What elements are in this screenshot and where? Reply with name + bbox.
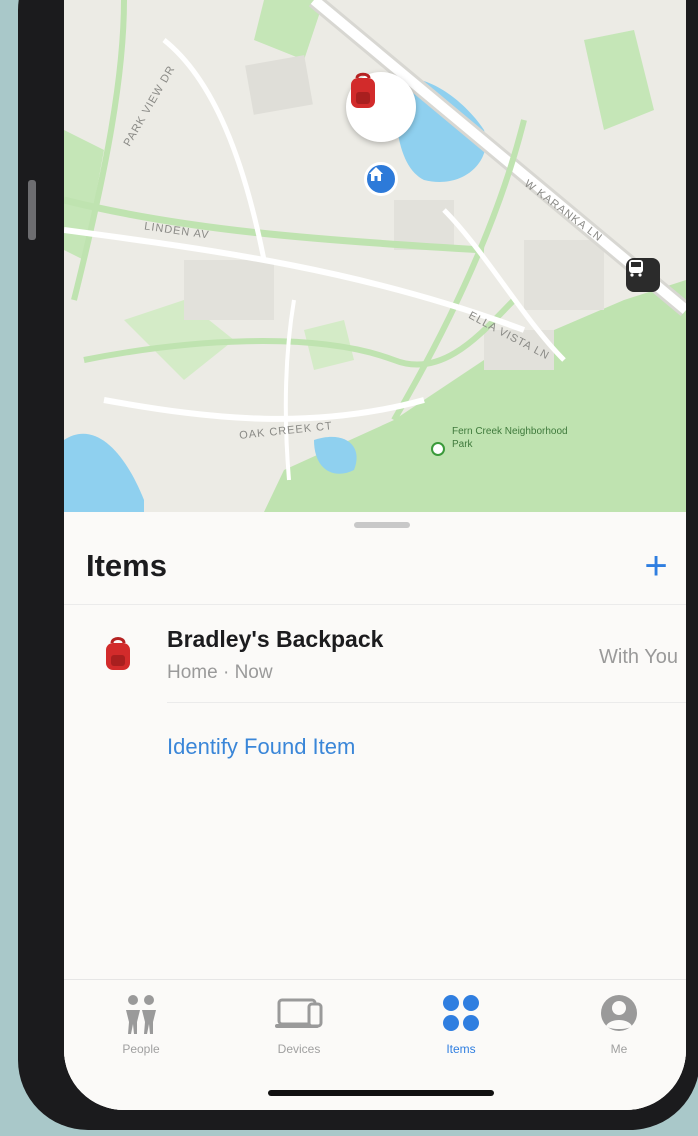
tab-me[interactable]: Me: [564, 988, 674, 1068]
item-location-pin[interactable]: [346, 72, 416, 142]
devices-icon: [275, 998, 323, 1028]
tab-bar: People Devices Items Me: [64, 979, 686, 1110]
item-row[interactable]: Bradley's Backpack Home · Now With You: [64, 604, 686, 700]
map-view[interactable]: W KARANKA LN LINDEN AV PARK VIEW DR ELLA…: [64, 0, 686, 512]
people-icon: [126, 995, 156, 1034]
item-subtitle: Home · Now: [167, 662, 273, 683]
sheet-grabber[interactable]: [354, 522, 410, 528]
backpack-icon: [351, 72, 375, 108]
tab-people[interactable]: People: [86, 988, 196, 1068]
tab-label: Me: [610, 1042, 628, 1056]
item-name: Bradley's Backpack: [167, 626, 384, 652]
side-button: [28, 180, 36, 240]
phone-frame: W KARANKA LN LINDEN AV PARK VIEW DR ELLA…: [18, 0, 698, 1130]
divider: [167, 702, 686, 703]
identify-found-item-button[interactable]: Identify Found Item: [167, 734, 355, 760]
tab-label: Items: [446, 1042, 476, 1056]
screen: W KARANKA LN LINDEN AV PARK VIEW DR ELLA…: [64, 0, 686, 1110]
park-poi-icon[interactable]: [431, 442, 445, 456]
home-indicator[interactable]: [268, 1090, 494, 1096]
backpack-icon: [98, 634, 138, 674]
tab-devices[interactable]: Devices: [244, 988, 354, 1068]
park-poi-label: Fern Creek Neighborhood Park: [452, 426, 568, 450]
items-sheet: Items + Bradley's Backpack Home · Now Wi…: [64, 512, 686, 1110]
transit-stop-icon[interactable]: [626, 258, 660, 292]
add-item-button[interactable]: +: [634, 544, 678, 588]
house-icon: [369, 167, 383, 181]
sheet-title: Items: [86, 548, 167, 583]
me-icon: [601, 995, 637, 1031]
items-grid-icon: [443, 995, 479, 1031]
tab-label: Devices: [277, 1042, 321, 1056]
bus-icon: [629, 260, 643, 277]
home-location-pin[interactable]: [364, 162, 398, 196]
tab-items[interactable]: Items: [406, 988, 516, 1068]
tab-label: People: [122, 1042, 160, 1056]
item-status: With You: [599, 646, 678, 668]
